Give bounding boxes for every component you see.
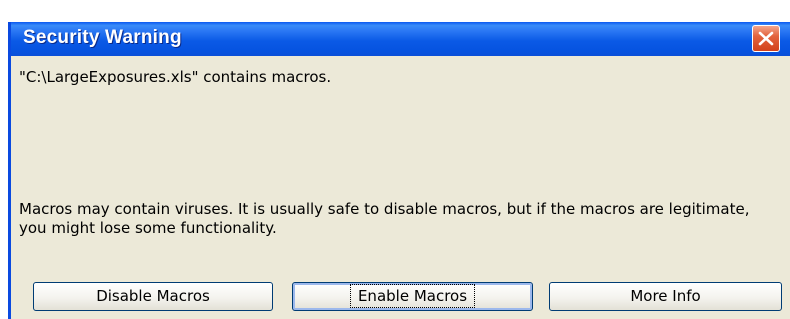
more-info-button[interactable]: More Info — [549, 282, 782, 311]
disable-macros-button[interactable]: Disable Macros — [33, 282, 273, 311]
virus-warning-text: Macros may contain viruses. It is usuall… — [19, 200, 750, 237]
close-icon — [758, 31, 774, 46]
title-bar[interactable]: Security Warning — [11, 22, 790, 56]
more-info-label: More Info — [630, 287, 701, 305]
dialog-title: Security Warning — [23, 27, 182, 48]
disable-macros-label: Disable Macros — [96, 287, 210, 305]
security-warning-dialog: Security Warning "C:\LargeExposures.xls"… — [8, 22, 790, 319]
macro-message: "C:\LargeExposures.xls" contains macros. — [19, 68, 332, 86]
close-button[interactable] — [752, 25, 780, 52]
enable-macros-label: Enable Macros — [349, 284, 476, 308]
enable-macros-button[interactable]: Enable Macros — [292, 282, 533, 311]
